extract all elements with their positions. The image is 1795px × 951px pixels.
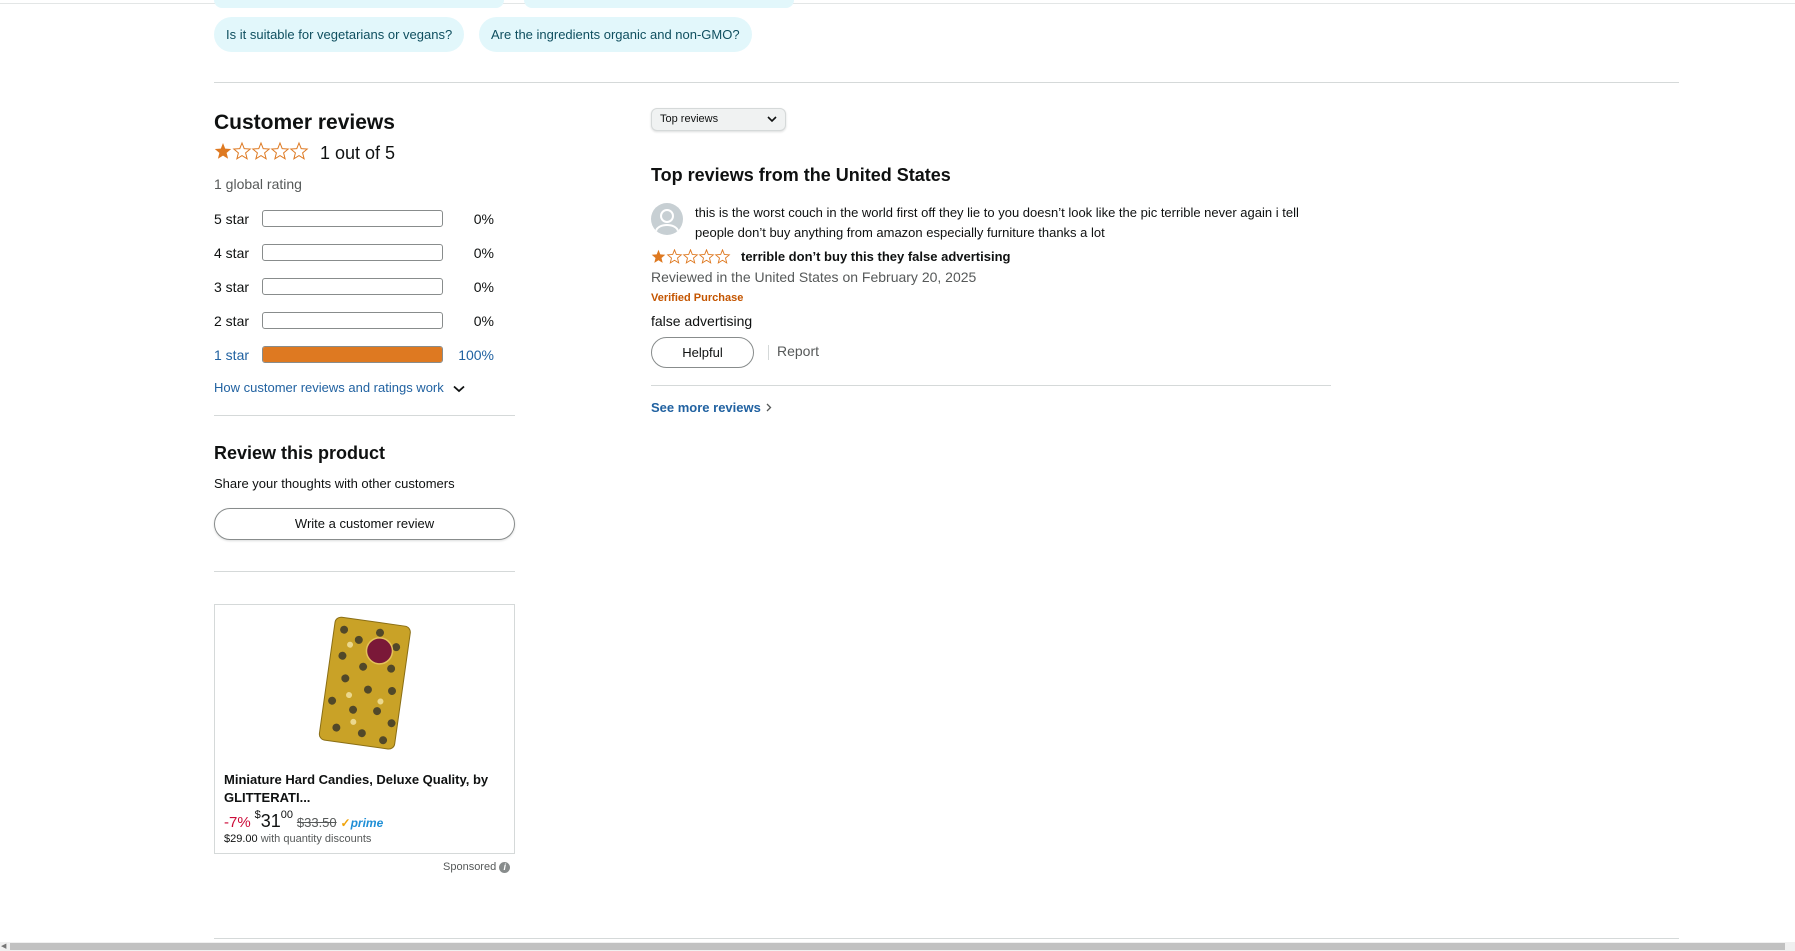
histogram-bar bbox=[262, 278, 443, 295]
histogram-label: 3 star bbox=[214, 279, 250, 295]
average-rating-text: 1 out of 5 bbox=[320, 143, 396, 163]
review-date: Reviewed in the United States on Februar… bbox=[651, 269, 977, 285]
histogram-percent: 0% bbox=[473, 279, 494, 295]
histogram-row-5: 5 star 0% bbox=[214, 204, 515, 238]
scrollbar-thumb[interactable] bbox=[10, 943, 1785, 950]
histogram-row-4: 4 star 0% bbox=[214, 238, 515, 272]
chevron-right-icon bbox=[767, 403, 772, 412]
histogram-fill bbox=[263, 347, 442, 362]
horizontal-scrollbar[interactable]: ◀ bbox=[0, 942, 1795, 951]
divider bbox=[651, 385, 1331, 386]
report-link[interactable]: Report bbox=[777, 343, 819, 359]
ad-price: -7% $3100 $33.50 ✓prime bbox=[224, 809, 384, 832]
ad-quantity-discount: $29.00 with quantity discounts bbox=[224, 833, 371, 845]
user-icon bbox=[655, 209, 679, 232]
review-product-subtitle: Share your thoughts with other customers bbox=[214, 476, 455, 491]
histogram-label: 2 star bbox=[214, 313, 250, 329]
rating-histogram: 5 star 0% 4 star 0% 3 star 0% 2 star 0% … bbox=[214, 204, 515, 374]
customer-reviews-heading: Customer reviews bbox=[214, 111, 395, 134]
question-chip[interactable]: Is it suitable for vegetarians or vegans… bbox=[214, 17, 465, 52]
histogram-row-2: 2 star 0% bbox=[214, 306, 515, 340]
action-separator bbox=[768, 345, 769, 360]
histogram-row-1[interactable]: 1 star 100% bbox=[214, 340, 515, 374]
sponsored-text[interactable]: Sponsored bbox=[443, 861, 496, 873]
chevron-down-icon bbox=[453, 385, 465, 392]
histogram-percent: 0% bbox=[473, 211, 494, 227]
ad-qty-price: $29.00 bbox=[224, 833, 258, 845]
prime-badge: ✓prime bbox=[341, 816, 384, 830]
avatar bbox=[651, 203, 683, 235]
global-rating-count: 1 global rating bbox=[214, 176, 302, 192]
ad-price-fraction: 00 bbox=[280, 809, 293, 821]
prime-check-icon: ✓ bbox=[340, 816, 351, 830]
ad-qty-text: with quantity discounts bbox=[260, 833, 372, 845]
histogram-label: 4 star bbox=[214, 245, 250, 261]
section-divider bbox=[214, 82, 1679, 83]
histogram-row-3: 3 star 0% bbox=[214, 272, 515, 306]
histogram-percent: 0% bbox=[473, 313, 494, 329]
see-more-reviews-link[interactable]: See more reviews bbox=[651, 400, 1331, 415]
question-chip[interactable]: Are the ingredients organic and non-GMO? bbox=[479, 17, 752, 52]
histogram-bar bbox=[262, 210, 443, 227]
scroll-left-icon[interactable]: ◀ bbox=[1, 942, 6, 951]
review-actions: Helpful Report bbox=[651, 337, 1331, 369]
bottom-divider bbox=[214, 938, 1679, 939]
top-reviews-heading: Top reviews from the United States bbox=[651, 165, 951, 185]
histogram-label: 5 star bbox=[214, 211, 250, 227]
histogram-percent: 0% bbox=[473, 245, 494, 261]
average-rating: 1 out of 5 bbox=[214, 140, 515, 170]
candy-bag-image[interactable] bbox=[309, 615, 419, 750]
histogram-label[interactable]: 1 star bbox=[214, 347, 249, 363]
histogram-percent[interactable]: 100% bbox=[458, 347, 494, 363]
question-chip-partial[interactable] bbox=[524, 0, 794, 8]
verified-purchase-badge: Verified Purchase bbox=[651, 292, 744, 304]
review-rating-row: terrible don’t buy this they false adver… bbox=[651, 247, 1331, 269]
ad-price-whole: 31 bbox=[260, 811, 281, 831]
chevron-down-icon bbox=[767, 116, 777, 123]
ad-currency: $ bbox=[254, 809, 261, 821]
question-chip-partial[interactable] bbox=[214, 0, 504, 8]
info-icon[interactable]: i bbox=[499, 861, 511, 873]
how-reviews-work-link[interactable]: How customer reviews and ratings work bbox=[214, 380, 515, 395]
write-review-button[interactable]: Write a customer review bbox=[214, 508, 515, 540]
ad-list-price: $33.50 bbox=[296, 815, 337, 830]
review-product-heading: Review this product bbox=[214, 443, 386, 463]
histogram-bar[interactable] bbox=[262, 346, 443, 363]
review-title[interactable]: terrible don’t buy this they false adver… bbox=[741, 249, 1010, 264]
histogram-bar bbox=[262, 312, 443, 329]
ad-product-title[interactable]: Miniature Hard Candies, Deluxe Quality, … bbox=[224, 771, 504, 807]
divider bbox=[214, 415, 515, 416]
review-author-text: this is the worst couch in the world fir… bbox=[695, 205, 1299, 240]
sort-dropdown[interactable]: Top reviews bbox=[651, 108, 786, 131]
prime-label: prime bbox=[350, 816, 384, 830]
divider bbox=[214, 571, 515, 572]
sponsored-product-card[interactable]: Miniature Hard Candies, Deluxe Quality, … bbox=[214, 604, 515, 873]
reviews-summary: Customer reviews 1 out of 5 1 global rat… bbox=[214, 110, 515, 873]
review-body: false advertising bbox=[651, 313, 753, 329]
sponsored-label[interactable]: Sponsored i bbox=[443, 861, 511, 873]
review-item: this is the worst couch in the world fir… bbox=[651, 203, 1331, 369]
histogram-bar bbox=[262, 244, 443, 261]
how-reviews-work-label[interactable]: How customer reviews and ratings work bbox=[214, 380, 444, 395]
see-more-label[interactable]: See more reviews bbox=[651, 400, 761, 415]
ad-discount: -7% bbox=[224, 814, 251, 831]
rating-stars-icon bbox=[214, 142, 308, 160]
sort-selected[interactable]: Top reviews bbox=[660, 113, 718, 125]
helpful-button[interactable]: Helpful bbox=[651, 337, 754, 368]
review-stars-icon bbox=[651, 249, 730, 264]
top-reviews-section: Top reviews from the United States this … bbox=[651, 165, 1331, 415]
